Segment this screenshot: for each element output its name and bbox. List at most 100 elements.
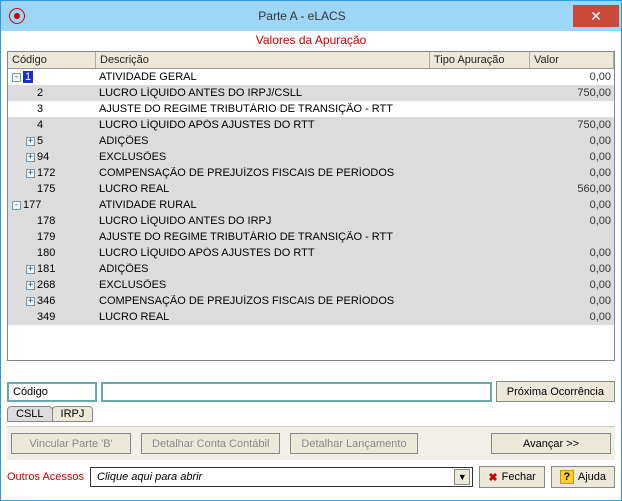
detalhar-lancamento-button[interactable]: Detalhar Lançamento — [290, 433, 417, 454]
code-value: 175 — [37, 183, 55, 195]
help-icon: ? — [560, 470, 574, 484]
collapse-icon[interactable]: - — [12, 73, 21, 82]
desc-cell: COMPENSAÇÃO DE PREJUÍZOS FISCAIS DE PERÍ… — [96, 295, 430, 307]
expand-icon[interactable]: + — [26, 265, 35, 274]
valor-cell: 750,00 — [530, 87, 614, 99]
desc-cell: LUCRO LÍQUIDO APÓS AJUSTES DO RTT — [96, 119, 430, 131]
desc-cell: COMPENSAÇÃO DE PREJUÍZOS FISCAIS DE PERÍ… — [96, 167, 430, 179]
grid-body[interactable]: -1ATIVIDADE GERAL0,002LUCRO LÍQUIDO ANTE… — [8, 69, 614, 360]
title-bar: Parte A - eLACS ✕ — [1, 1, 621, 31]
valor-cell: 0,00 — [530, 279, 614, 291]
valor-cell: 0,00 — [530, 215, 614, 227]
code-cell: 4 — [8, 119, 96, 131]
table-row[interactable]: 3AJUSTE DO REGIME TRIBUTÁRIO DE TRANSIÇÃ… — [8, 101, 614, 117]
code-cell: 180 — [8, 247, 96, 259]
close-button[interactable]: ✕ — [573, 5, 619, 27]
code-cell: 349 — [8, 311, 96, 323]
code-value: 346 — [37, 295, 55, 307]
code-value: 177 — [23, 199, 41, 211]
code-cell: 3 — [8, 103, 96, 115]
tab-csll[interactable]: CSLL — [7, 406, 53, 422]
next-occurrence-button[interactable]: Próxima Ocorrência — [496, 381, 615, 402]
table-row[interactable]: +5ADIÇÕES 0,00 — [8, 133, 614, 149]
code-value: 4 — [37, 119, 43, 131]
chevron-down-icon: ▼ — [454, 469, 470, 485]
vincular-parte-b-button[interactable]: Vincular Parte 'B' — [11, 433, 131, 454]
code-cell: -1 — [8, 71, 96, 83]
grid: Código Descrição Tipo Apuração Valor -1A… — [7, 51, 615, 361]
code-value: 178 — [37, 215, 55, 227]
close-x-icon: ✖ — [488, 471, 497, 484]
code-cell: 179 — [8, 231, 96, 243]
desc-cell: ATIVIDADE GERAL — [96, 71, 430, 83]
app-window: Parte A - eLACS ✕ Valores da Apuração Có… — [0, 0, 622, 501]
col-tipo[interactable]: Tipo Apuração — [430, 52, 530, 68]
table-row[interactable]: +268EXCLUSÕES0,00 — [8, 277, 614, 293]
table-row[interactable]: 349LUCRO REAL0,00 — [8, 309, 614, 325]
table-row[interactable]: -177ATIVIDADE RURAL0,00 — [8, 197, 614, 213]
code-cell: +268 — [8, 279, 96, 291]
valor-cell: 0,00 — [530, 167, 614, 179]
desc-cell: AJUSTE DO REGIME TRIBUTÁRIO DE TRANSIÇÃO… — [96, 231, 430, 243]
grid-header: Código Descrição Tipo Apuração Valor — [8, 52, 614, 69]
table-row[interactable]: 180LUCRO LÍQUIDO APÓS AJUSTES DO RTT0,00 — [8, 245, 614, 261]
expand-icon[interactable]: + — [26, 169, 35, 178]
valor-cell: 0,00 — [530, 71, 614, 83]
desc-cell: LUCRO LÍQUIDO ANTES DO IRPJ — [96, 215, 430, 227]
fechar-button[interactable]: ✖ Fechar — [479, 466, 544, 488]
combo-text: Clique aqui para abrir — [97, 471, 202, 483]
desc-cell: ADIÇÕES — [96, 135, 430, 147]
valor-cell: 0,00 — [530, 311, 614, 323]
code-cell: +181 — [8, 263, 96, 275]
collapse-icon[interactable]: - — [12, 201, 21, 210]
close-icon: ✕ — [590, 8, 602, 25]
code-value: 180 — [37, 247, 55, 259]
table-row[interactable]: 179AJUSTE DO REGIME TRIBUTÁRIO DE TRANSI… — [8, 229, 614, 245]
avancar-button[interactable]: Avançar >> — [491, 433, 611, 454]
desc-cell: EXCLUSÕES — [96, 279, 430, 291]
code-cell: -177 — [8, 199, 96, 211]
table-row[interactable]: +181ADIÇÕES 0,00 — [8, 261, 614, 277]
table-row[interactable]: +172COMPENSAÇÃO DE PREJUÍZOS FISCAIS DE … — [8, 165, 614, 181]
ajuda-button[interactable]: ? Ajuda — [551, 466, 615, 488]
code-cell: +172 — [8, 167, 96, 179]
outros-acessos-combo[interactable]: Clique aqui para abrir ▼ — [90, 467, 473, 487]
table-row[interactable]: +94EXCLUSÕES0,00 — [8, 149, 614, 165]
expand-icon[interactable]: + — [26, 137, 35, 146]
tab-irpj[interactable]: IRPJ — [52, 406, 94, 422]
code-cell: +5 — [8, 135, 96, 147]
valor-cell: 0,00 — [530, 295, 614, 307]
table-row[interactable]: 175LUCRO REAL560,00 — [8, 181, 614, 197]
detalhar-conta-button[interactable]: Detalhar Conta Contábil — [141, 433, 280, 454]
code-value: 268 — [37, 279, 55, 291]
valor-cell: 560,00 — [530, 183, 614, 195]
valor-cell: 0,00 — [530, 263, 614, 275]
col-codigo[interactable]: Código — [8, 52, 96, 68]
code-value: 1 — [23, 71, 33, 83]
col-descricao[interactable]: Descrição — [96, 52, 430, 68]
valor-cell: 0,00 — [530, 135, 614, 147]
code-value: 94 — [37, 151, 49, 163]
code-value: 2 — [37, 87, 43, 99]
table-row[interactable]: +346COMPENSAÇÃO DE PREJUÍZOS FISCAIS DE … — [8, 293, 614, 309]
valor-cell: 0,00 — [530, 247, 614, 259]
search-input[interactable] — [101, 382, 492, 402]
valor-cell: 750,00 — [530, 119, 614, 131]
desc-cell: AJUSTE DO REGIME TRIBUTÁRIO DE TRANSIÇÃO… — [96, 103, 430, 115]
code-cell: +346 — [8, 295, 96, 307]
search-label-box: Código — [7, 382, 97, 402]
code-value: 349 — [37, 311, 55, 323]
table-row[interactable]: 2LUCRO LÍQUIDO ANTES DO IRPJ/CSLL750,00 — [8, 85, 614, 101]
action-row: Vincular Parte 'B' Detalhar Conta Contáb… — [7, 426, 615, 460]
valor-cell: 0,00 — [530, 199, 614, 211]
table-row[interactable]: 178 LUCRO LÍQUIDO ANTES DO IRPJ 0,00 — [8, 213, 614, 229]
col-valor[interactable]: Valor — [530, 52, 614, 68]
desc-cell: ADIÇÕES — [96, 263, 430, 275]
table-row[interactable]: 4 LUCRO LÍQUIDO APÓS AJUSTES DO RTT 750,00 — [8, 117, 614, 133]
outros-acessos-label: Outros Acessos — [7, 471, 84, 483]
expand-icon[interactable]: + — [26, 281, 35, 290]
expand-icon[interactable]: + — [26, 297, 35, 306]
expand-icon[interactable]: + — [26, 153, 35, 162]
search-bar: Código Próxima Ocorrência — [7, 381, 615, 402]
table-row[interactable]: -1ATIVIDADE GERAL0,00 — [8, 69, 614, 85]
